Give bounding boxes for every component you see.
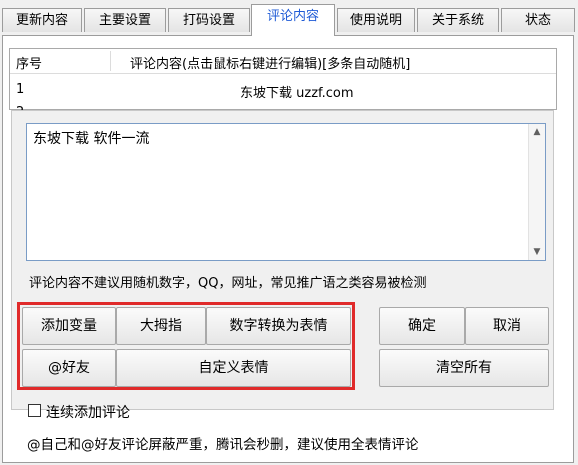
tab-comment-content[interactable]: 评论内容 <box>251 4 335 36</box>
tab-bar: 更新内容 主要设置 打码设置 评论内容 使用说明 关于系统 状态 <box>0 0 578 36</box>
list-header: 序号 评论内容(点击鼠标右键进行编辑)[多条自动随机] <box>10 49 556 74</box>
column-divider[interactable] <box>110 51 111 71</box>
continuous-add-checkbox[interactable] <box>28 404 41 417</box>
list-item[interactable]: 1 东坡下载 uzzf.com <box>10 82 556 104</box>
cancel-button[interactable]: 取消 <box>465 307 549 345</box>
tab-usage-guide[interactable]: 使用说明 <box>337 8 415 32</box>
list-item-number: 1 <box>16 82 25 97</box>
comment-list[interactable]: 序号 评论内容(点击鼠标右键进行编辑)[多条自动随机] 1 东坡下载 uzzf.… <box>9 48 557 120</box>
clear-all-button[interactable]: 清空所有 <box>379 349 549 387</box>
tab-main-settings[interactable]: 主要设置 <box>84 8 166 32</box>
column-header-content[interactable]: 评论内容(点击鼠标右键进行编辑)[多条自动随机] <box>130 53 410 72</box>
scroll-up-arrow-icon[interactable]: ▲ <box>529 124 545 140</box>
comment-hint: 评论内容不建议用随机数字，QQ，网址，常见推广语之类容易被检测 <box>29 276 427 291</box>
highlight-box <box>17 302 355 390</box>
scroll-down-arrow-icon[interactable]: ▼ <box>529 244 545 260</box>
column-header-number[interactable]: 序号 <box>16 53 42 72</box>
vertical-scrollbar[interactable]: ▲ ▼ <box>528 124 545 260</box>
tab-captcha-settings[interactable]: 打码设置 <box>168 8 250 32</box>
tab-status[interactable]: 状态 <box>501 8 575 32</box>
confirm-button[interactable]: 确定 <box>379 307 465 345</box>
comment-text: 东坡下载 软件一流 <box>33 131 150 147</box>
comment-textarea[interactable]: 东坡下载 软件一流 ▲ ▼ <box>26 123 546 261</box>
list-item-content: 东坡下载 uzzf.com <box>240 86 354 101</box>
warning-note: @自己和@好友评论屏蔽严重，腾讯会秒删，建议使用全表情评论 <box>27 437 419 453</box>
continuous-add-label[interactable]: 连续添加评论 <box>46 402 130 422</box>
tab-updates[interactable]: 更新内容 <box>2 8 82 32</box>
tab-about-system[interactable]: 关于系统 <box>417 8 499 32</box>
